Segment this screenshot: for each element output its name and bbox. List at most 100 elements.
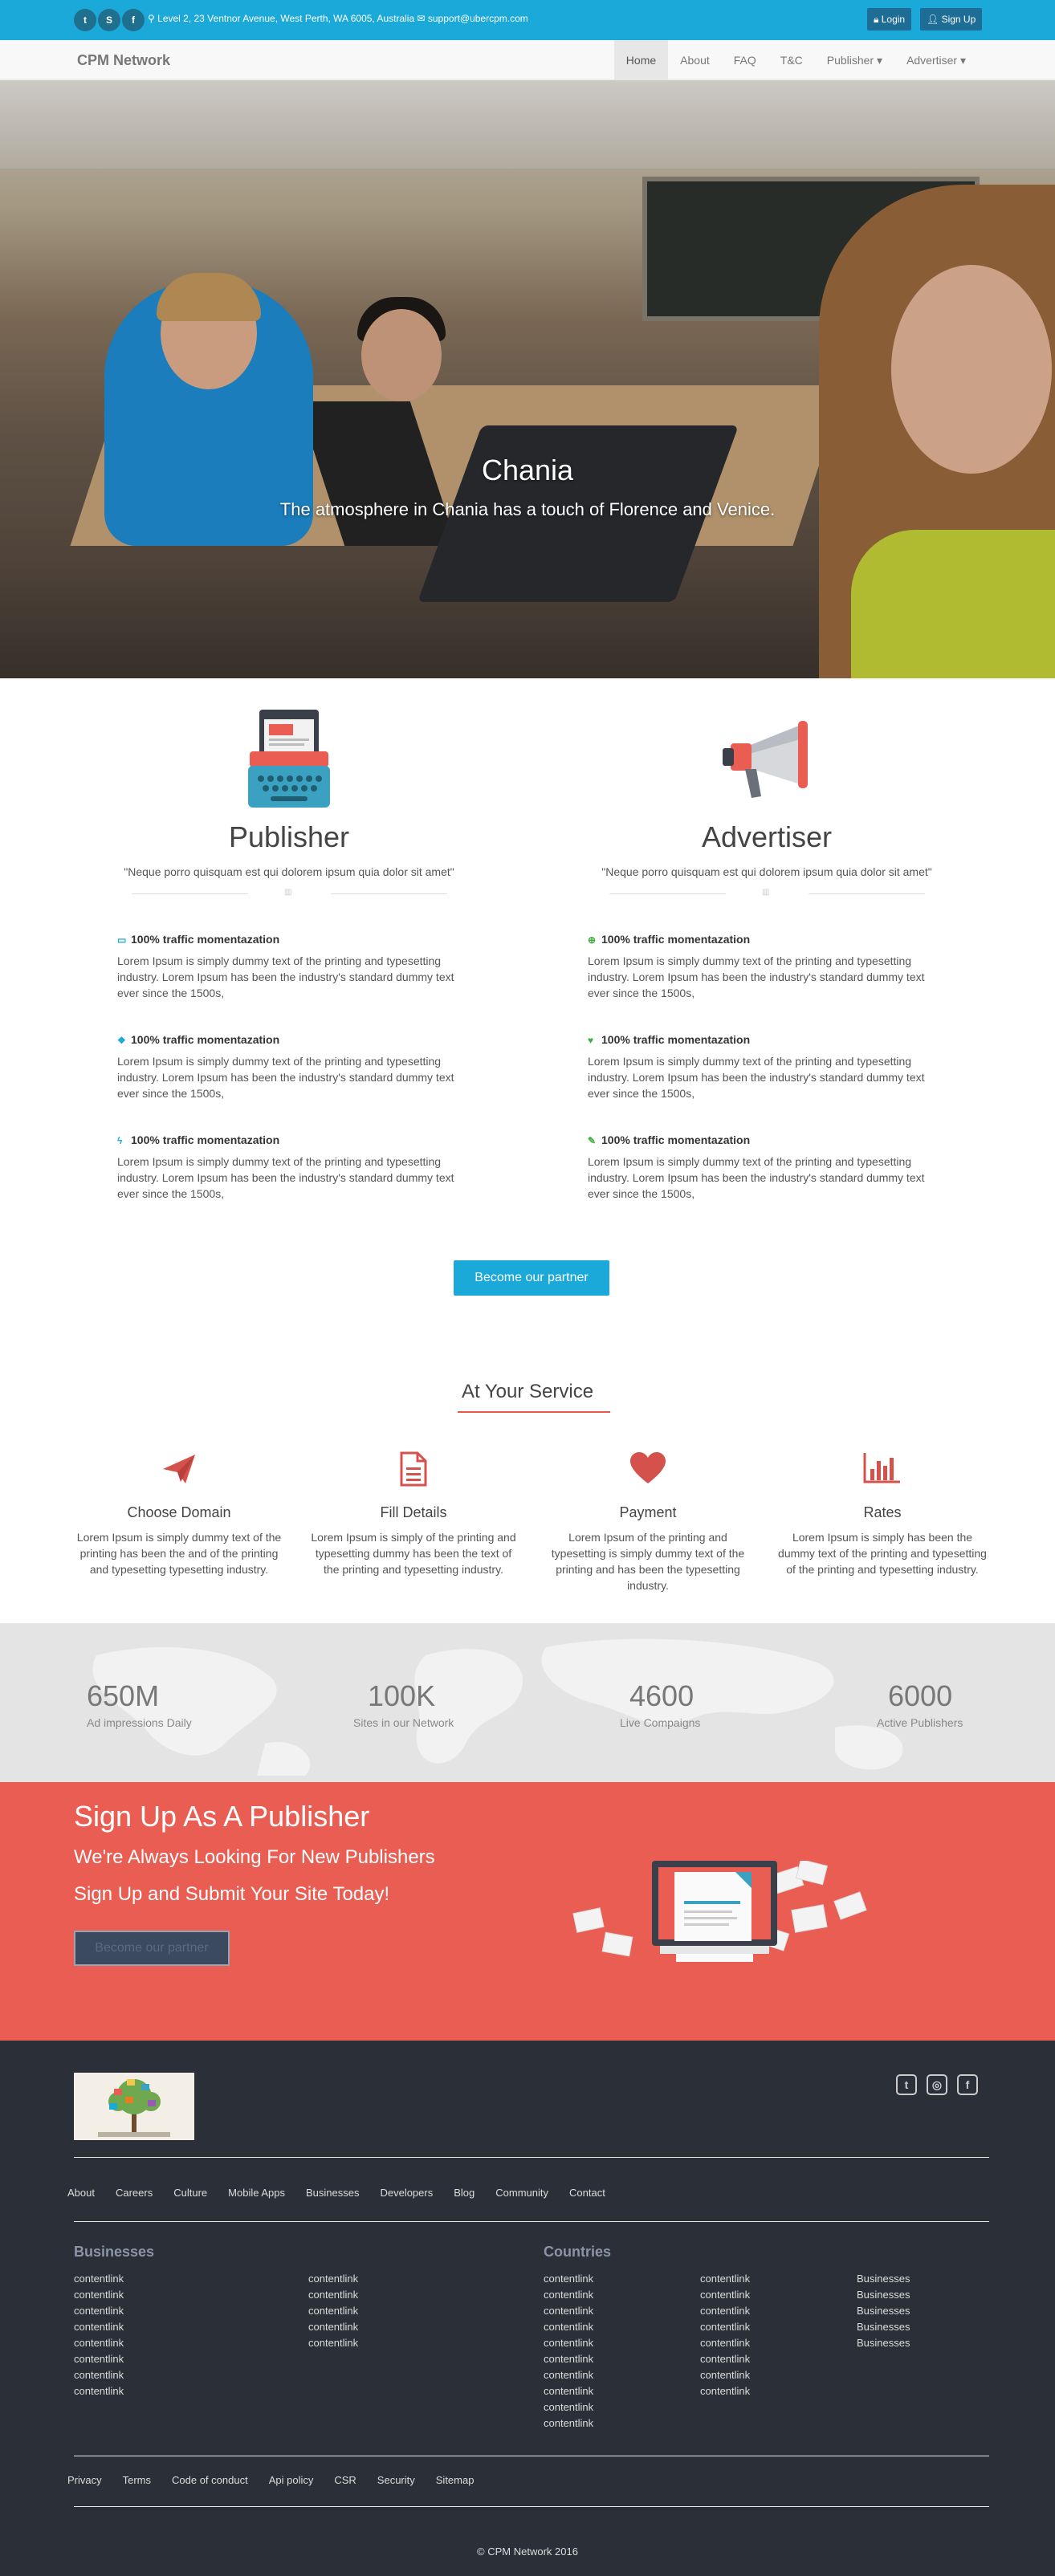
twitter-icon[interactable]: t [74, 9, 96, 31]
signup-section: Sign Up As A Publisher We're Always Look… [0, 1782, 1055, 2041]
footer-link-code-of-conduct[interactable]: Code of conduct [172, 2474, 248, 2486]
skype-icon[interactable]: S [98, 9, 120, 31]
footer-list-link[interactable]: contentlink [74, 2367, 124, 2383]
twitter-icon[interactable]: t [896, 2074, 917, 2095]
email-link[interactable]: support@ubercpm.com [428, 13, 528, 24]
top-bar: t S f ⚲ Level 2, 23 Ventnor Avenue, West… [0, 0, 1055, 40]
footer-link-privacy[interactable]: Privacy [67, 2474, 102, 2486]
contact-info: ⚲ Level 2, 23 Ventnor Avenue, West Perth… [148, 13, 528, 24]
document-icon [308, 1451, 519, 1491]
advertiser-title: Advertiser [701, 820, 833, 853]
footer-list-link[interactable]: contentlink [544, 2271, 593, 2287]
advertiser-feature: ⊕ 100% traffic momentazation Lorem Ipsum … [588, 933, 925, 999]
footer-list-link[interactable]: contentlink [74, 2319, 124, 2335]
footer-list-link[interactable]: contentlink [308, 2335, 358, 2351]
facebook-icon[interactable]: f [122, 9, 145, 31]
nav-faq[interactable]: FAQ [722, 40, 768, 80]
footer-list-link[interactable]: Businesses [857, 2287, 910, 2303]
footer-link-security[interactable]: Security [377, 2474, 415, 2486]
advertiser-feature: ✎ 100% traffic momentazation Lorem Ipsum … [588, 1133, 925, 1200]
stat-sites: 100K Sites in our Network [353, 1679, 454, 1729]
facebook-icon[interactable]: f [957, 2074, 978, 2095]
footer-logo[interactable] [74, 2073, 194, 2140]
nav-advertiser-dropdown[interactable]: Advertiser ▾ [894, 40, 978, 80]
footer-list-link[interactable]: contentlink [308, 2303, 358, 2319]
footer-link-api-policy[interactable]: Api policy [269, 2474, 314, 2486]
nav-tc[interactable]: T&C [768, 40, 815, 80]
email-marketing-illustration [572, 1861, 867, 1962]
footer-list-link[interactable]: contentlink [544, 2335, 593, 2351]
footer-list-link[interactable]: contentlink [700, 2319, 750, 2335]
footer-list-link[interactable]: Businesses [857, 2335, 910, 2351]
footer-list-link[interactable]: contentlink [700, 2271, 750, 2287]
footer-list-link[interactable]: contentlink [308, 2319, 358, 2335]
footer-list-link[interactable]: contentlink [700, 2351, 750, 2367]
footer-list-link[interactable]: Businesses [857, 2303, 910, 2319]
businesses-heading: Businesses [74, 2244, 155, 2260]
footer-link-sitemap[interactable]: Sitemap [436, 2474, 475, 2486]
divider: ▥ [598, 885, 935, 901]
signup-line2: Sign Up and Submit Your Site Today! [74, 1883, 390, 1905]
countries-links-3: Businesses Businesses Businesses Busines… [857, 2271, 910, 2351]
stat-campaigns: 4600 Live Compaigns [620, 1679, 701, 1729]
footer-list-link[interactable]: contentlink [544, 2351, 593, 2367]
brand-logo[interactable]: CPM Network [77, 52, 170, 69]
footer-link-csr[interactable]: CSR [334, 2474, 356, 2486]
footer-list-link[interactable]: contentlink [544, 2303, 593, 2319]
footer-list-link[interactable]: contentlink [308, 2287, 358, 2303]
instagram-icon[interactable]: ◎ [927, 2074, 947, 2095]
publisher-feature: ▭ 100% traffic momentazation Lorem Ipsum … [117, 933, 454, 999]
footer-list-link[interactable]: Businesses [857, 2271, 910, 2287]
footer-list-link[interactable]: Businesses [857, 2319, 910, 2335]
gift-icon: ❖ [117, 1035, 126, 1046]
footer-list-link[interactable]: contentlink [544, 2383, 593, 2399]
publisher-title: Publisher [228, 820, 350, 853]
footer-link-businesses[interactable]: Businesses [306, 2187, 359, 2199]
footer-list-link[interactable]: contentlink [700, 2287, 750, 2303]
footer-list-link[interactable]: contentlink [74, 2287, 124, 2303]
heart-icon [543, 1451, 753, 1491]
footer-list-link[interactable]: contentlink [544, 2367, 593, 2383]
footer-list-link[interactable]: contentlink [544, 2287, 593, 2303]
become-partner-button[interactable]: Become our partner [454, 1260, 609, 1296]
hero-title: Chania [481, 454, 574, 486]
footer-list-link[interactable]: contentlink [544, 2319, 593, 2335]
footer-list-link[interactable]: contentlink [700, 2383, 750, 2399]
footer-list-link[interactable]: contentlink [700, 2367, 750, 2383]
footer-list-link[interactable]: contentlink [74, 2351, 124, 2367]
footer-list-link[interactable]: contentlink [544, 2415, 593, 2432]
signup-button[interactable]: 👤︎ Sign Up [920, 8, 983, 31]
service-underline [458, 1411, 610, 1413]
footer-link-mobile-apps[interactable]: Mobile Apps [228, 2187, 285, 2199]
divider: ▥ [120, 885, 458, 901]
footer-link-terms[interactable]: Terms [123, 2474, 151, 2486]
nav-home[interactable]: Home [613, 40, 669, 80]
footer-link-careers[interactable]: Careers [116, 2187, 153, 2199]
globe-icon: ⊕ [588, 934, 597, 946]
nav-about[interactable]: About [668, 40, 722, 80]
footer-list-link[interactable]: contentlink [74, 2271, 124, 2287]
footer-link-culture[interactable]: Culture [173, 2187, 207, 2199]
publisher-section: Publisher "Neque porro quisquam est qui … [120, 706, 458, 901]
footer-link-contact[interactable]: Contact [569, 2187, 605, 2199]
footer-list-link[interactable]: contentlink [74, 2383, 124, 2399]
publisher-feature: ϟ 100% traffic momentazation Lorem Ipsum … [117, 1133, 454, 1200]
user-icon: 👤︎ [927, 14, 939, 25]
nav-publisher-dropdown[interactable]: Publisher ▾ [815, 40, 894, 80]
signup-partner-button[interactable]: Become our partner [74, 1931, 230, 1966]
footer-list-link[interactable]: contentlink [74, 2335, 124, 2351]
footer-list-link[interactable]: contentlink [308, 2271, 358, 2287]
advertiser-section: Advertiser "Neque porro quisquam est qui… [598, 706, 935, 901]
footer-link-about[interactable]: About [67, 2187, 95, 2199]
login-button[interactable]: 🔒︎ Login [867, 8, 912, 31]
footer-link-developers[interactable]: Developers [380, 2187, 433, 2199]
footer-list-link[interactable]: contentlink [74, 2303, 124, 2319]
footer-list-link[interactable]: contentlink [700, 2303, 750, 2319]
footer-list-link[interactable]: contentlink [700, 2335, 750, 2351]
footer-list-link[interactable]: contentlink [544, 2399, 593, 2415]
map-marker-icon: ⚲ [148, 13, 155, 24]
footer-link-community[interactable]: Community [495, 2187, 548, 2199]
hero-carousel[interactable]: Chania The atmosphere in Chania has a to… [0, 80, 1055, 678]
footer-link-blog[interactable]: Blog [454, 2187, 475, 2199]
stat-publishers: 6000 Active Publishers [877, 1679, 963, 1729]
